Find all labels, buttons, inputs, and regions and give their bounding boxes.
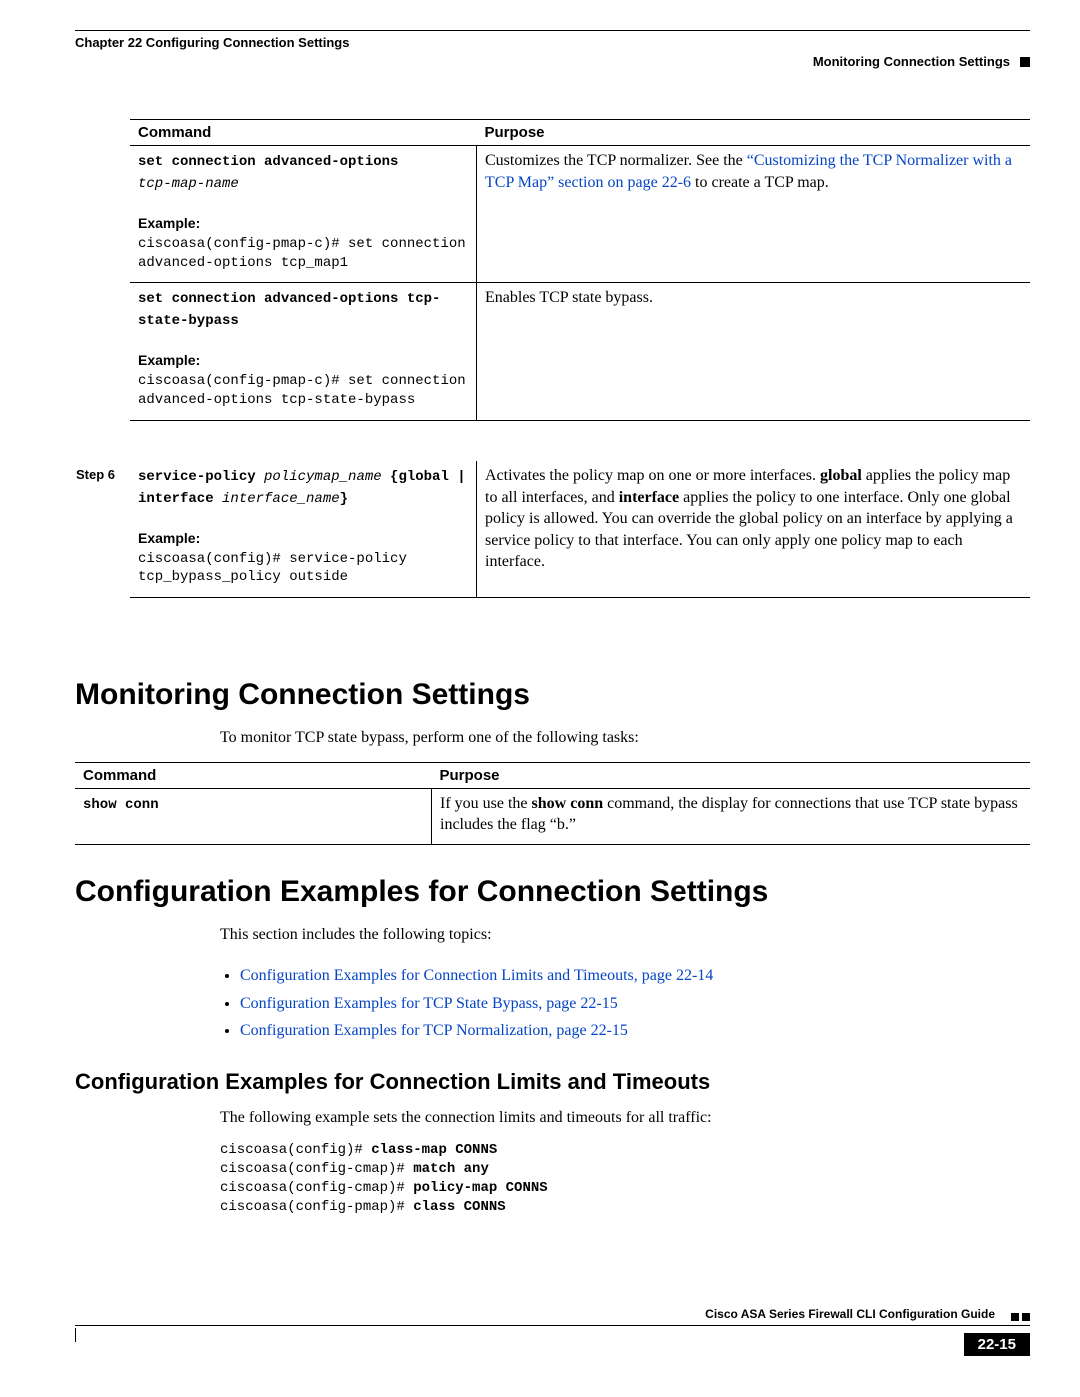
link-tcp-normalization[interactable]: Configuration Examples for TCP Normaliza… xyxy=(240,1022,628,1039)
page-header-top: Chapter 22 Configuring Connection Settin… xyxy=(75,30,1030,50)
intro-config-examples: This section includes the following topi… xyxy=(220,924,1030,946)
col-purpose: Purpose xyxy=(477,120,1031,146)
purpose-row-service-policy: Activates the policy map on one or more … xyxy=(477,461,1031,598)
topic-list: Configuration Examples for Connection Li… xyxy=(220,962,1030,1044)
section-label: Monitoring Connection Settings xyxy=(813,54,1010,69)
purpose-show-conn: If you use the show conn command, the di… xyxy=(432,788,1031,844)
col-command-2: Command xyxy=(75,762,432,788)
footer-tick-icon xyxy=(75,1328,82,1342)
guide-title: Cisco ASA Series Firewall CLI Configurat… xyxy=(705,1307,995,1321)
chapter-label: Chapter 22 Configuring Connection Settin… xyxy=(75,35,349,50)
footer-marker-icon xyxy=(1011,1313,1030,1321)
command-table-1: Command Purpose set connection advanced-… xyxy=(75,119,1030,638)
header-marker-icon xyxy=(1020,57,1030,67)
example-code-block: ciscoasa(config)# class-map CONNS ciscoa… xyxy=(220,1141,1030,1217)
col-command: Command xyxy=(130,120,477,146)
page-number: 22-15 xyxy=(964,1333,1030,1356)
purpose-row-state-bypass: Enables TCP state bypass. xyxy=(477,283,1031,420)
heading-monitoring: Monitoring Connection Settings xyxy=(75,678,1030,712)
command-table-2: Command Purpose show conn If you use the… xyxy=(75,762,1030,845)
heading-config-examples: Configuration Examples for Connection Se… xyxy=(75,875,1030,909)
intro-monitoring: To monitor TCP state bypass, perform one… xyxy=(220,727,1030,749)
page-footer: Cisco ASA Series Firewall CLI Configurat… xyxy=(75,1307,1030,1326)
step-6-label: Step 6 xyxy=(75,461,130,638)
purpose-row-advanced-options: Customizes the TCP normalizer. See the “… xyxy=(477,146,1031,283)
page-header-sub: Monitoring Connection Settings xyxy=(75,54,1030,69)
link-limits-timeouts[interactable]: Configuration Examples for Connection Li… xyxy=(240,967,713,984)
col-purpose-2: Purpose xyxy=(432,762,1031,788)
heading-limits-timeouts: Configuration Examples for Connection Li… xyxy=(75,1069,1030,1095)
cmd-row-state-bypass: set connection advanced-options tcp-stat… xyxy=(130,283,477,420)
link-state-bypass[interactable]: Configuration Examples for TCP State Byp… xyxy=(240,995,618,1012)
cmd-row-service-policy: service-policy policymap_name {global | … xyxy=(130,461,477,598)
cmd-row-advanced-options: set connection advanced-options tcp-map-… xyxy=(130,146,477,283)
cmd-show-conn: show conn xyxy=(75,788,432,844)
intro-limits-timeouts: The following example sets the connectio… xyxy=(220,1107,1030,1129)
